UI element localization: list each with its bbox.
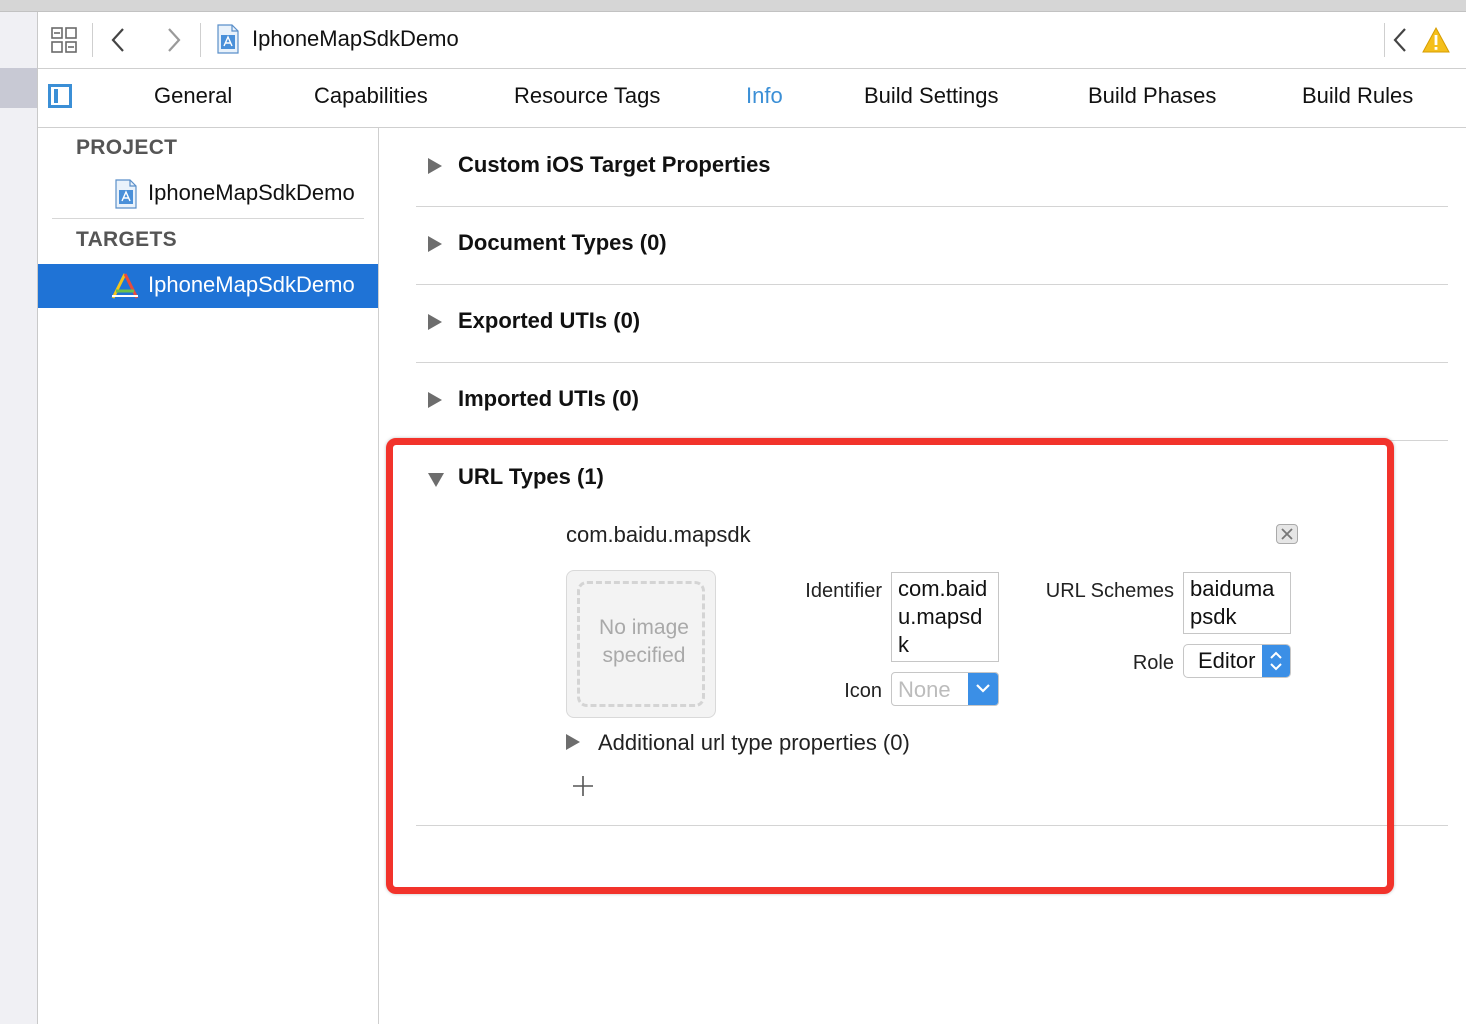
window-top-strip xyxy=(0,0,1466,12)
section-imported-utis[interactable]: Imported UTIs (0) xyxy=(416,362,1448,441)
sidebar-divider xyxy=(52,218,364,219)
back-icon[interactable] xyxy=(1390,26,1410,54)
back-icon[interactable] xyxy=(108,26,128,54)
disclosure-triangle-icon[interactable] xyxy=(428,314,442,330)
project-targets-sidebar: PROJECT IphoneMapSdkDemo TARGETS IphoneM… xyxy=(38,128,379,1024)
section-title: Custom iOS Target Properties xyxy=(458,152,771,177)
grid-icon[interactable] xyxy=(50,26,78,54)
jumpbar-separator xyxy=(1384,23,1385,57)
targets-header: TARGETS xyxy=(76,228,177,251)
highlight-annotation xyxy=(386,438,1394,894)
tab-resource-tags[interactable]: Resource Tags xyxy=(514,83,660,109)
project-file-icon xyxy=(216,24,240,54)
tab-general[interactable]: General xyxy=(154,83,232,109)
jumpbar-separator xyxy=(200,23,201,57)
section-title: Imported UTIs (0) xyxy=(458,386,639,411)
sidebar-toggle-icon[interactable] xyxy=(48,84,72,108)
warning-icon[interactable] xyxy=(1422,26,1450,54)
section-custom-ios-target-properties[interactable]: Custom iOS Target Properties xyxy=(416,128,1448,207)
disclosure-triangle-icon[interactable] xyxy=(428,236,442,252)
section-document-types[interactable]: Document Types (0) xyxy=(416,206,1448,285)
disclosure-triangle-icon[interactable] xyxy=(428,158,442,174)
tab-info[interactable]: Info xyxy=(746,83,783,109)
sidebar-item-label: IphoneMapSdkDemo xyxy=(148,272,355,297)
jump-bar: IphoneMapSdkDemo xyxy=(38,12,1466,69)
jumpbar-separator xyxy=(92,23,93,57)
forward-icon[interactable] xyxy=(164,26,184,54)
tab-build-settings[interactable]: Build Settings xyxy=(864,83,999,109)
tab-build-phases[interactable]: Build Phases xyxy=(1088,83,1216,109)
tab-capabilities[interactable]: Capabilities xyxy=(314,83,428,109)
tab-build-rules[interactable]: Build Rules xyxy=(1302,83,1413,109)
sidebar-item-project[interactable]: IphoneMapSdkDemo xyxy=(38,172,378,216)
sidebar-item-label: IphoneMapSdkDemo xyxy=(148,180,355,205)
navigator-pane xyxy=(0,12,38,1024)
section-title: Document Types (0) xyxy=(458,230,667,255)
navigator-selection xyxy=(0,68,37,108)
jumpbar-title[interactable]: IphoneMapSdkDemo xyxy=(252,26,459,52)
disclosure-triangle-icon[interactable] xyxy=(428,392,442,408)
section-title: Exported UTIs (0) xyxy=(458,308,641,333)
app-target-icon xyxy=(110,272,140,300)
project-header: PROJECT xyxy=(76,136,178,159)
section-exported-utis[interactable]: Exported UTIs (0) xyxy=(416,284,1448,363)
project-file-icon xyxy=(114,179,138,209)
editor-tab-bar: General Capabilities Resource Tags Info … xyxy=(38,69,1466,128)
sidebar-item-target[interactable]: IphoneMapSdkDemo xyxy=(38,264,378,308)
